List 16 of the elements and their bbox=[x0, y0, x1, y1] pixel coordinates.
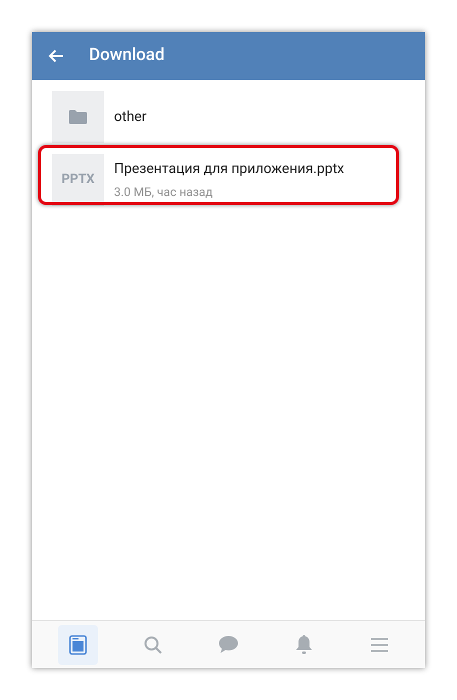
nav-tab[interactable] bbox=[58, 624, 98, 664]
newspaper-icon bbox=[68, 634, 87, 654]
menu-icon bbox=[370, 638, 388, 652]
folder-icon bbox=[69, 110, 87, 124]
bell-icon bbox=[296, 635, 312, 654]
speech-bubble-icon bbox=[218, 636, 238, 653]
search-icon bbox=[144, 636, 162, 654]
folder-row[interactable]: other bbox=[32, 91, 425, 143]
file-name: Презентация для приложения.pptx bbox=[114, 160, 344, 179]
file-details: 3.0 МБ, час назад bbox=[114, 184, 214, 201]
back-arrow-icon bbox=[48, 49, 64, 63]
file-extension-label: PPTX bbox=[61, 171, 95, 190]
back-button[interactable] bbox=[47, 47, 65, 65]
screen-title: Download bbox=[89, 44, 165, 68]
file-row[interactable]: PPTX Презентация для приложения.pptx 3.0 МБ, час назад bbox=[32, 154, 425, 206]
folder-name: other bbox=[114, 108, 146, 126]
